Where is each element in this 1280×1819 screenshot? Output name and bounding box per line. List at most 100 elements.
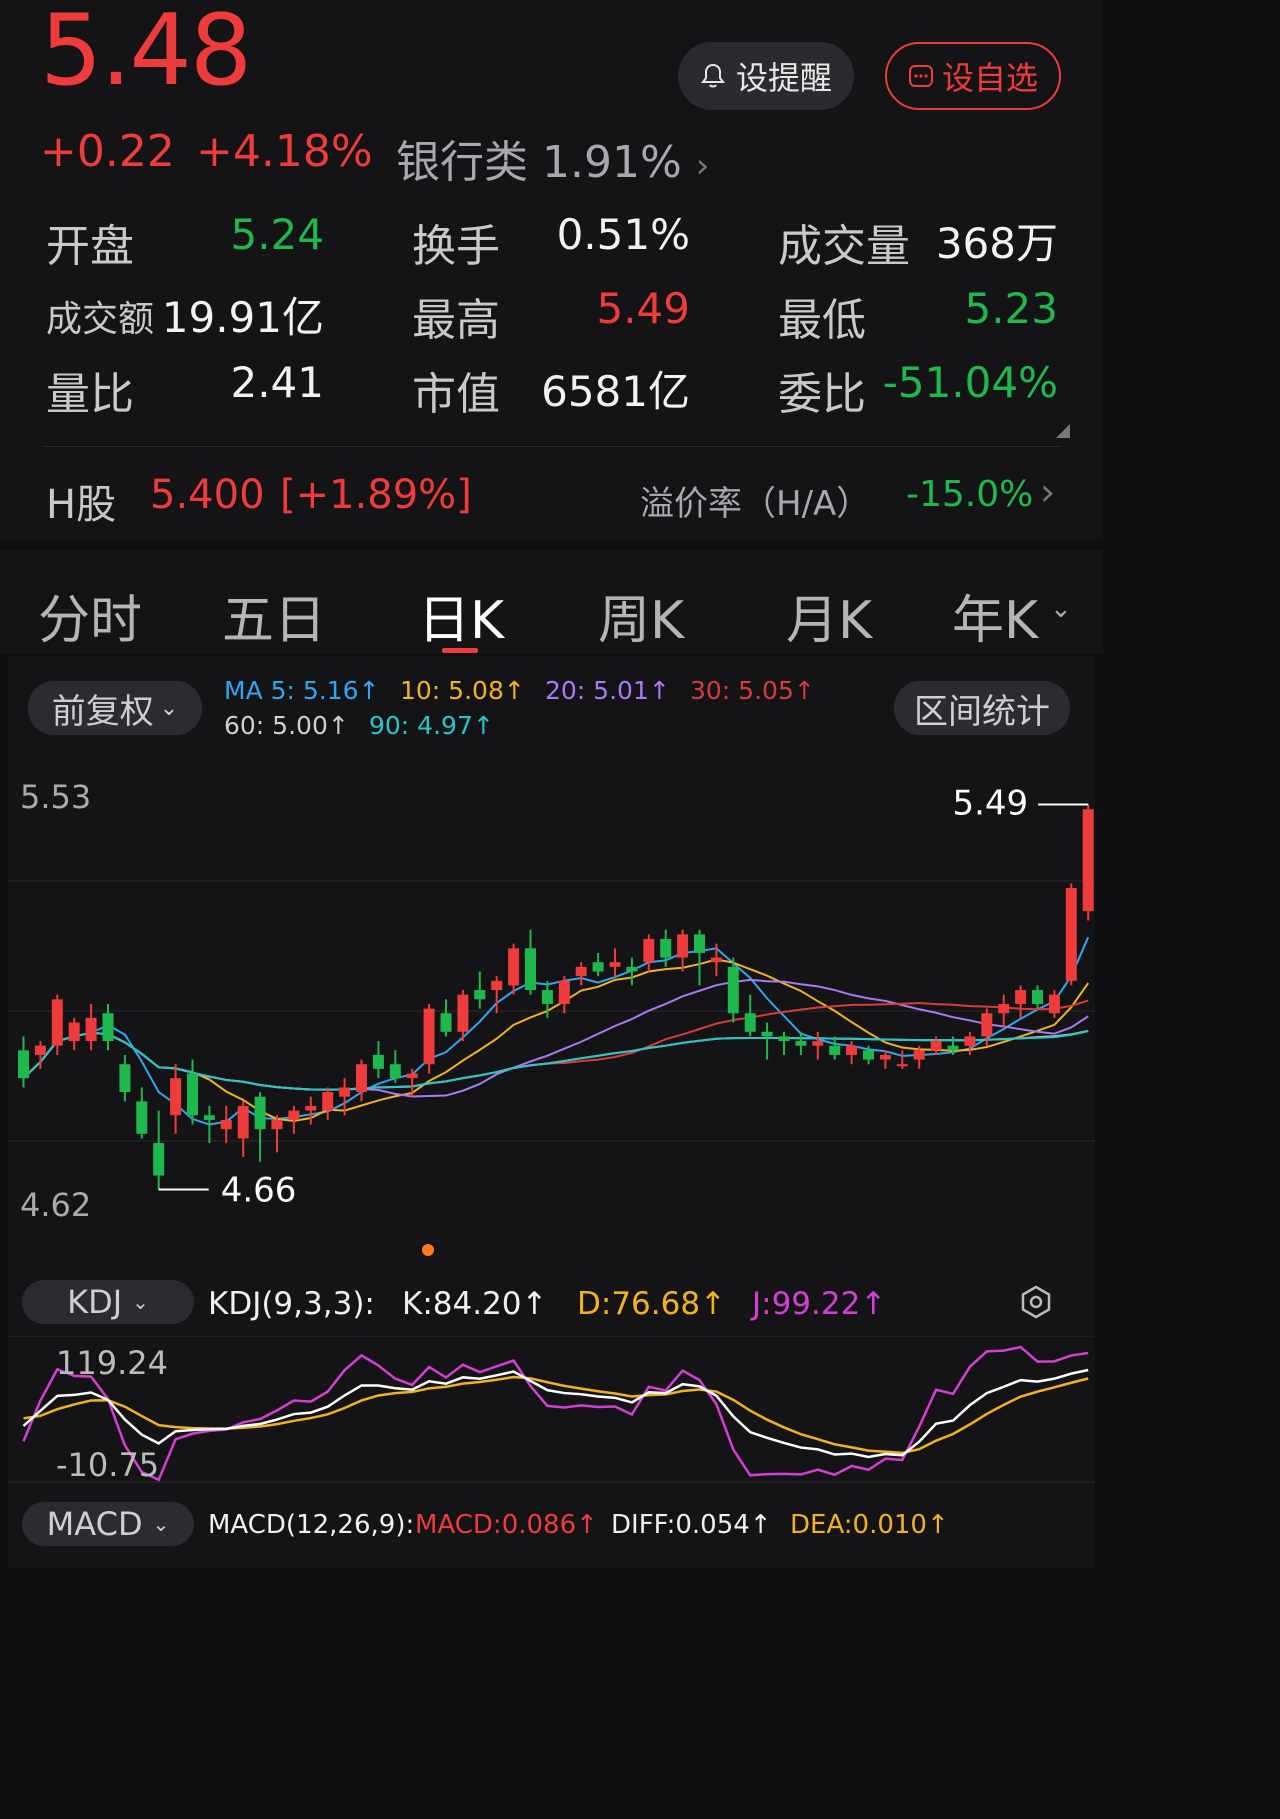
range-stats-button[interactable]: 区间统计 (894, 681, 1070, 735)
page-indicator-dot (422, 1244, 434, 1256)
ma-lines (22, 936, 1090, 1126)
kdj-selector-label: KDJ (67, 1283, 123, 1321)
candle-body (406, 1073, 418, 1079)
adjust-selector[interactable]: 前复权 ⌄ (28, 681, 202, 735)
active-tab-indicator (442, 648, 478, 653)
candle-body (525, 948, 536, 991)
high-marker-label: 5.49 (952, 784, 1028, 824)
settings-icon[interactable] (1018, 1284, 1054, 1320)
stat-label: 委比 (778, 369, 866, 420)
candle-body (626, 966, 638, 972)
chat-square-icon (908, 65, 933, 87)
macd-dea-value: DEA:0.010↑ (790, 1510, 949, 1540)
candle-body (34, 1045, 46, 1055)
chevron-down-icon: ⌄ (132, 1290, 149, 1314)
chevron-right-icon: › (1040, 470, 1056, 514)
price-change: +0.22 (40, 126, 175, 177)
kdj-axis-min: -10.75 (56, 1446, 159, 1484)
macd-value: MACD:0.086↑ (415, 1510, 598, 1540)
tab-five-day[interactable]: 五日 (222, 578, 326, 653)
candle-body (102, 1013, 114, 1042)
stat-label: 换手 (412, 221, 500, 272)
candle-body (372, 1054, 384, 1069)
stat-value: 5.24 (230, 210, 324, 259)
add-watchlist-label: 设自选 (941, 59, 1038, 97)
candle-body (1065, 888, 1077, 981)
candle-body (389, 1064, 401, 1079)
kdj-chart[interactable]: 119.24 -10.75 (8, 1336, 1095, 1484)
tab-daily-k[interactable]: 日K (418, 578, 504, 653)
stat-value: 5.23 (964, 284, 1058, 333)
candle-body (575, 966, 587, 977)
sector-label: 银行类 (396, 137, 528, 188)
tab-weekly-k[interactable]: 周K (598, 578, 684, 653)
kdj-selector[interactable]: KDJ ⌄ (22, 1280, 194, 1324)
candle-body (170, 1078, 182, 1116)
macd-selector[interactable]: MACD ⌄ (22, 1502, 194, 1546)
stat-label: 市值 (412, 369, 500, 420)
candle-body (187, 1073, 198, 1116)
stat-value: 6581亿 (541, 367, 690, 416)
kdj-d-value: D:76.68↑ (577, 1286, 727, 1322)
candle-body (778, 1036, 790, 1042)
candle-body (558, 980, 570, 1004)
set-alert-button[interactable]: 设提醒 (678, 42, 854, 110)
candle-body (694, 934, 705, 953)
chevron-down-icon[interactable]: ⌄ (1050, 594, 1072, 624)
expand-corner-icon[interactable] (1056, 424, 1070, 438)
candle-body (1048, 994, 1060, 1014)
candle-body (85, 1017, 97, 1042)
candle-body (322, 1092, 334, 1111)
set-alert-label: 设提醒 (735, 59, 832, 97)
candle-body (474, 990, 486, 1000)
stat-label: 最低 (778, 295, 866, 346)
candle-body (863, 1050, 874, 1060)
candle-body (829, 1045, 841, 1055)
macd-params: MACD(12,26,9): (208, 1510, 415, 1540)
kdj-j-value: J:99.22↑ (752, 1286, 887, 1322)
ma20-label: 20: 5.01↑ (545, 676, 670, 705)
chevron-down-icon: ⌄ (152, 1512, 170, 1536)
candle-body (237, 1105, 249, 1139)
kdj-d-line (23, 1375, 1089, 1455)
tab-intraday[interactable]: 分时 (38, 578, 142, 653)
candle-body (727, 966, 739, 1014)
add-watchlist-button[interactable]: 设自选 (885, 42, 1061, 110)
tab-yearly-k[interactable]: 年K (952, 578, 1038, 653)
candle-body (356, 1064, 367, 1093)
kline-chart-panel: 前复权 ⌄ MA 5: 5.16↑ 10: 5.08↑ 20: 5.01↑ 30… (8, 656, 1095, 1568)
candlestick-chart[interactable]: 5.53 4.62 5.49 4.66 (8, 746, 1095, 1256)
candle-body (51, 999, 63, 1046)
candle-body (119, 1064, 131, 1093)
candle-body (812, 1041, 824, 1046)
macd-selector-label: MACD (46, 1505, 143, 1543)
candle-body (930, 1041, 942, 1051)
candle-body (710, 957, 722, 963)
sector-pct: 1.91% (542, 137, 682, 188)
ma-line (22, 978, 1089, 1098)
ma10-label: 10: 5.08↑ (400, 676, 525, 705)
candle-body (271, 1119, 283, 1130)
candle-body (457, 994, 469, 1032)
y-axis-min: 4.62 (20, 1186, 91, 1224)
candle-body (153, 1143, 165, 1176)
hshare-row[interactable]: H股 5.400 [+1.89%] 溢价率（H/A） -15.0% › (0, 452, 1103, 540)
tab-monthly-k[interactable]: 月K (786, 578, 872, 653)
candle-body (677, 934, 689, 958)
candle-body (592, 962, 604, 972)
sector-link[interactable]: 银行类 1.91% › (396, 126, 709, 190)
stat-label: 成交额 (46, 299, 155, 340)
divider (44, 446, 1060, 447)
stat-value: 2.41 (230, 358, 324, 407)
candle-body (136, 1101, 148, 1134)
stat-label: 成交量 (778, 221, 910, 272)
ma90-label: 90: 4.97↑ (369, 711, 494, 740)
candle-body (203, 1115, 215, 1120)
stat-label: 开盘 (46, 221, 134, 272)
candle-body (288, 1110, 300, 1120)
chevron-right-icon: › (695, 146, 710, 186)
y-axis-max: 5.53 (20, 778, 91, 816)
candle-body (68, 1022, 80, 1042)
candle-body (254, 1096, 266, 1130)
stat-label: 最高 (412, 295, 500, 346)
